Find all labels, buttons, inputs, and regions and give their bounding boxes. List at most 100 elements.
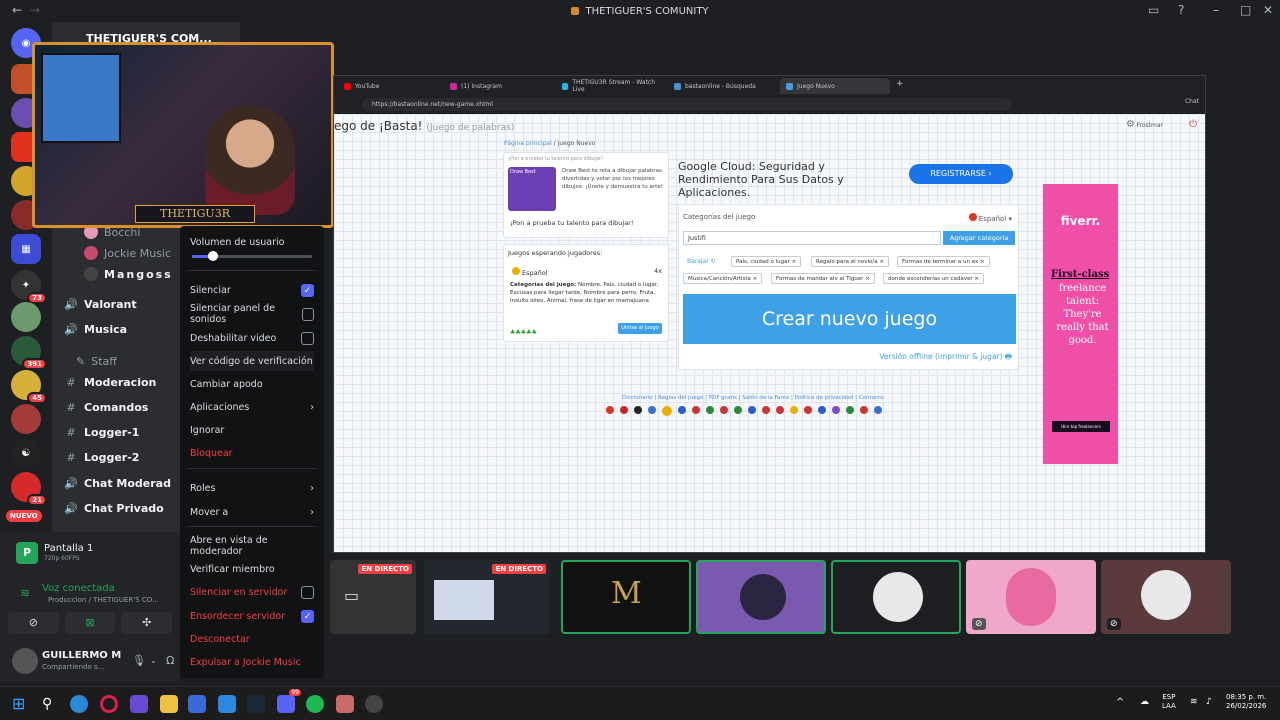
flag-icon[interactable]	[860, 406, 868, 414]
server-icon[interactable]: ☯	[11, 438, 41, 468]
mail-icon[interactable]	[218, 695, 236, 713]
member-jockie[interactable]: Jockie Music	[84, 243, 171, 263]
member-mangoss[interactable]: Mangoss	[84, 264, 173, 284]
category-chip[interactable]: Regalo para el novio/a ×	[811, 256, 889, 267]
checkbox[interactable]	[302, 307, 314, 321]
menu-vista-moderador[interactable]: Abre en vista de moderador	[190, 535, 314, 557]
discord-icon[interactable]: 99	[277, 689, 301, 713]
flag-icon[interactable]	[692, 406, 700, 414]
menu-ignorar[interactable]: Ignorar	[190, 420, 314, 440]
voice-channel[interactable]: Produccion / THETIGUER'S CO...	[48, 596, 159, 604]
address-bar[interactable]: https://bastaonline.net/new-game.xhtml	[362, 98, 1012, 111]
user-link[interactable]: Frostmar	[1137, 122, 1164, 129]
windows-start-icon[interactable]: ⊞	[12, 695, 30, 713]
flag-icon[interactable]	[678, 406, 686, 414]
channel-musica[interactable]: 🔊 Musica	[64, 319, 127, 339]
breadcrumb-link[interactable]: Página principal	[504, 140, 552, 147]
server-icon[interactable]: 21	[11, 472, 47, 506]
camera-off-icon[interactable]: ⊘	[8, 612, 59, 634]
offline-version-link[interactable]: Versión offline (imprimir & jugar) 🖶	[879, 351, 1012, 364]
clock[interactable]: 08:35 p. m. 26/02/2026	[1226, 693, 1266, 711]
server-icon[interactable]	[11, 302, 41, 332]
power-icon[interactable]: ⏻	[1189, 119, 1197, 130]
close-icon[interactable]: ✕	[1263, 3, 1273, 17]
checkbox-checked[interactable]: ✓	[301, 283, 314, 297]
minimize-icon[interactable]: –	[1213, 3, 1219, 17]
flag-icon[interactable]	[832, 406, 840, 414]
category-chip[interactable]: Formas de mandar alv al Tiguer ×	[771, 273, 875, 284]
category-chip[interactable]: Musica/Canción/Artista ×	[683, 273, 763, 284]
wifi-icon[interactable]: ≋	[1190, 697, 1198, 707]
channel-chat-moderad[interactable]: 🔊 Chat Moderad	[64, 473, 171, 493]
store-icon[interactable]	[188, 695, 206, 713]
server-icon[interactable]: 45	[11, 370, 47, 404]
screen-title[interactable]: Pantalla 1	[44, 543, 93, 554]
settings-icon[interactable]: ⚙	[1126, 119, 1135, 130]
menu-deshabilitar-video[interactable]: Deshabilitar video	[190, 328, 314, 348]
edge-icon[interactable]	[70, 695, 88, 713]
new-badge[interactable]: NUEVO	[6, 510, 42, 522]
participant-tile[interactable]	[696, 560, 826, 634]
add-category-button[interactable]: Agregar categoría	[943, 231, 1015, 245]
category-chip[interactable]: Formas de terminar a un ex ×	[897, 256, 990, 267]
channel-valorant[interactable]: 🔊 Valorant	[64, 294, 136, 314]
menu-expulsar[interactable]: Expulsar a Jockie Music	[190, 652, 314, 672]
forward-arrow-icon[interactable]: →	[30, 3, 40, 17]
participant-tile[interactable]: M	[561, 560, 691, 634]
chevron-up-icon[interactable]: ^	[1116, 697, 1124, 708]
flag-icon[interactable]	[720, 406, 728, 414]
headphones-icon[interactable]: Ω	[166, 654, 174, 667]
menu-silenciar[interactable]: Silenciar ✓	[190, 280, 314, 300]
channel-comandos[interactable]: # Comandos	[64, 397, 148, 417]
file-explorer-icon[interactable]	[160, 695, 178, 713]
flag-icon[interactable]	[620, 406, 628, 414]
flag-icon[interactable]	[874, 406, 882, 414]
checkbox[interactable]	[301, 331, 314, 345]
browser-tab[interactable]: THETIGU3R Stream - Watch Live	[556, 78, 666, 94]
flag-icon[interactable]	[790, 406, 798, 414]
category-chip[interactable]: País, ciudad o lugar ×	[731, 256, 802, 267]
channel-moderacion[interactable]: # Moderacion	[64, 372, 156, 392]
fiverr-ad[interactable]: fiverr. First-class freelance talent: Th…	[1043, 184, 1118, 464]
signal-icon[interactable]: ≋	[20, 586, 30, 600]
language-select[interactable]: Español ▾	[968, 213, 1012, 223]
steam-icon[interactable]	[247, 695, 265, 713]
flag-icon[interactable]	[818, 406, 826, 414]
stream-tile[interactable]: EN DIRECTO	[424, 560, 550, 634]
spotify-icon[interactable]	[306, 695, 324, 713]
chat-button[interactable]: Chat	[1185, 98, 1199, 105]
menu-aplicaciones[interactable]: Aplicaciones ›	[190, 397, 314, 417]
browser-tab[interactable]: YouTube	[338, 78, 442, 94]
flag-icon[interactable]	[662, 406, 672, 416]
volume-handle[interactable]	[208, 251, 218, 261]
server-icon[interactable]: 391	[11, 336, 47, 370]
hire-button[interactable]: Hire top freelancers	[1052, 421, 1110, 432]
maximize-icon[interactable]: □	[1240, 3, 1251, 17]
channel-logger-2[interactable]: # Logger-2	[64, 447, 139, 467]
footer-links[interactable]: Diccionario | Reglas del juego | PDF gra…	[622, 395, 884, 401]
flag-icon[interactable]	[846, 406, 854, 414]
chevron-down-icon[interactable]: ⌄	[150, 656, 157, 665]
new-tab-icon[interactable]: +	[896, 79, 904, 89]
folder-icon[interactable]: ▦	[11, 234, 41, 264]
flag-icon[interactable]	[606, 406, 614, 414]
category-staff[interactable]: ✎ Staff	[76, 351, 117, 371]
flag-icon[interactable]	[776, 406, 784, 414]
flag-icon[interactable]	[734, 406, 742, 414]
avatar[interactable]	[12, 648, 38, 674]
inbox-icon[interactable]: ▭	[1148, 3, 1159, 17]
menu-cambiar-apodo[interactable]: Cambiar apodo	[190, 374, 314, 394]
checkbox[interactable]	[301, 585, 314, 599]
opera-icon[interactable]	[100, 695, 118, 713]
flag-icon[interactable]	[804, 406, 812, 414]
menu-verificar-miembro[interactable]: Verificar miembro	[190, 559, 314, 579]
channel-chat-privado[interactable]: 🔊 Chat Privado	[64, 498, 164, 518]
search-icon[interactable]: ⚲	[42, 695, 60, 713]
microphone-icon[interactable]: 🎙	[132, 654, 146, 667]
menu-ver-codigo[interactable]: Ver código de verificación	[190, 351, 314, 371]
server-icon[interactable]	[11, 404, 41, 434]
channel-logger-1[interactable]: # Logger-1	[64, 422, 139, 442]
stream-tile[interactable]: EN DIRECTO ▭	[330, 560, 416, 634]
checkbox-checked[interactable]: ✓	[301, 609, 314, 623]
draw-best-logo[interactable]: Draw Best	[508, 167, 556, 211]
